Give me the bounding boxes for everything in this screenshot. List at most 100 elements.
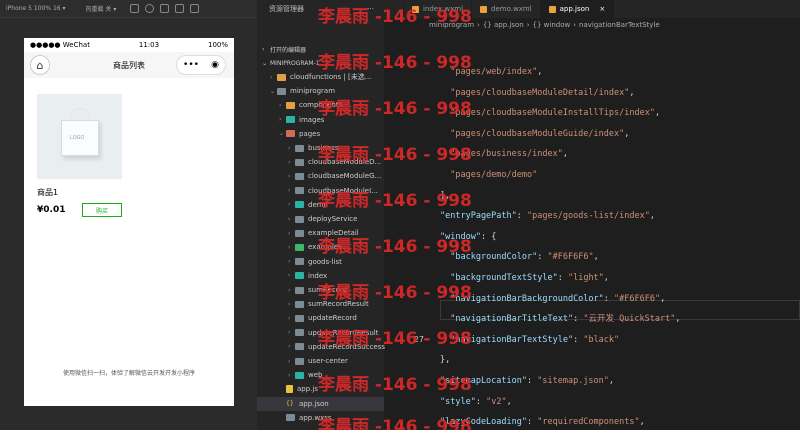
code-line[interactable]: "sitemapLocation": "sitemap.json", (440, 374, 614, 388)
chevron-icon: › (288, 187, 291, 195)
open-editors-section[interactable]: › 打开的编辑器 (257, 42, 306, 56)
more-icon[interactable]: ··· (367, 5, 374, 13)
chevron-icon: › (288, 314, 291, 322)
tree-row[interactable]: {} app.json (257, 396, 384, 411)
code-line[interactable]: "window": { (440, 230, 496, 244)
code-line[interactable]: "navigationBarBackgroundColor": "#F6F6F6… (440, 292, 665, 306)
code-line[interactable]: "pages/cloudbaseModuleInstallTips/index"… (440, 106, 660, 120)
device-select[interactable]: iPhone 5 100% 16 ▾ (6, 5, 66, 12)
folder-icon (295, 201, 304, 209)
layout-icon[interactable] (175, 4, 185, 13)
tree-row[interactable]: › demo (257, 198, 328, 212)
explorer-title: 资源管理器 (269, 4, 304, 13)
tree-row[interactable]: › sumRecordResult (257, 297, 369, 311)
folder-icon (295, 286, 304, 294)
folder-icon (286, 116, 295, 124)
capsule-menu[interactable]: ••• ◉ (176, 55, 226, 75)
code-line[interactable]: "pages/web/index", (440, 65, 542, 79)
navigation-bar: ⌂ 商品列表 ••• ◉ (24, 52, 234, 78)
code-line[interactable]: "backgroundTextStyle": "light", (440, 271, 609, 285)
tool-icon-1[interactable] (130, 4, 140, 13)
chevron-icon: › (288, 258, 291, 266)
code-line[interactable]: "pages/cloudbaseModuleGuide/index", (440, 127, 629, 141)
file-icon (480, 5, 488, 13)
tree-row[interactable]: › updateRecordSuccess (257, 340, 385, 354)
code-line[interactable]: "style": "v2", (440, 395, 512, 409)
tree-label: goods-list (308, 257, 342, 266)
tree-row[interactable]: › images (257, 113, 324, 127)
open-editors-label: 打开的编辑器 (270, 46, 307, 54)
tree-label: sumRecord (308, 286, 348, 294)
code-line[interactable]: "pages/business/index", (440, 147, 568, 161)
product-card[interactable]: LOGO 商品1 ¥0.01 购买 (37, 94, 122, 217)
folder-icon (295, 343, 304, 351)
code-line[interactable]: "navigationBarTitleText": "云开发 QuickStar… (440, 312, 680, 326)
tree-label: web (308, 371, 323, 380)
chevron-icon: › (288, 201, 291, 209)
tree-row[interactable]: › cloudbaseModuleD... (257, 155, 381, 169)
tab-demo-wxml[interactable]: demo.wxml (472, 0, 541, 18)
devtools-window: iPhone 5 100% 16 ▾ 热重载 关 ▾ ●●●●● WeChat … (0, 0, 800, 430)
code-line[interactable]: ], (440, 189, 450, 203)
code-line[interactable]: "pages/demo/demo" (440, 168, 537, 182)
code-line[interactable]: "pages/cloudbaseModuleDetail/index", (440, 86, 634, 100)
more-dots-icon[interactable]: ••• (183, 60, 199, 70)
tree-row[interactable]: › business (257, 141, 339, 155)
bag-shape: LOGO (61, 120, 99, 156)
tree-row[interactable]: › examples (257, 240, 342, 254)
code-line[interactable]: "entryPagePath": "pages/goods-list/index… (440, 209, 655, 223)
code-line[interactable]: "lazyCodeLoading": "requiredComponents", (440, 415, 645, 429)
folder-icon (295, 172, 304, 180)
tab-app-json[interactable]: app.json × (540, 0, 615, 18)
tree-row[interactable]: › user-center (257, 354, 348, 368)
tree-row[interactable]: › web (257, 368, 322, 382)
project-section[interactable]: ⌄ MINIPROGRAM-1 (257, 56, 320, 70)
tree-label: updateRecord (308, 314, 357, 323)
tree-row[interactable]: › cloudfunctions | [未选... (257, 70, 371, 84)
product-image[interactable]: LOGO (37, 94, 122, 179)
tree-row[interactable]: ⌄ pages (257, 127, 320, 141)
tree-row[interactable]: › updateRecordResult (257, 326, 378, 340)
tab-index-wxml[interactable]: index.wxml (404, 0, 473, 18)
hot-reload-select[interactable]: 热重载 关 ▾ (86, 4, 117, 13)
record-icon[interactable] (145, 4, 155, 13)
tree-row[interactable]: › cloudbaseModuleG... (257, 169, 381, 183)
tree-row[interactable]: app.wxss (257, 411, 332, 425)
breadcrumb-item[interactable]: miniprogram (429, 21, 474, 29)
folder-icon (295, 329, 304, 337)
code-line[interactable]: "backgroundColor": "#F6F6F6", (440, 250, 598, 264)
home-icon[interactable]: ⌂ (30, 55, 50, 75)
tree-row[interactable]: › updateRecord (257, 311, 357, 325)
tree-row[interactable]: app.js (257, 382, 318, 396)
buy-button[interactable]: 购买 (82, 203, 122, 217)
code-line[interactable]: "navigationBarTextStyle": "black" (440, 333, 619, 347)
chevron-icon: › (270, 73, 273, 81)
close-icon[interactable]: × (599, 5, 605, 13)
folder-icon (295, 215, 304, 223)
folder-icon (295, 258, 304, 266)
tree-row[interactable]: ⌄ miniprogram (257, 84, 335, 98)
tree-row[interactable]: › index (257, 269, 327, 283)
tree-row[interactable]: › sumRecord (257, 283, 347, 297)
breadcrumb-item[interactable]: {} app.json (483, 21, 524, 29)
code-line[interactable]: }, (440, 353, 450, 367)
breadcrumb-item[interactable]: {} window (533, 21, 571, 29)
tree-row[interactable]: › components (257, 98, 342, 112)
breadcrumb-item[interactable]: navigationBarTextStyle (579, 21, 660, 29)
folder-icon (295, 272, 304, 280)
tree-row[interactable]: › goods-list (257, 255, 342, 269)
file-icon (548, 5, 556, 13)
folder-icon (295, 300, 304, 308)
chevron-icon: › (288, 300, 291, 308)
tree-row[interactable]: › cloudbaseModuleI... (257, 184, 378, 198)
tree-row[interactable]: › deployService (257, 212, 357, 226)
code-editor[interactable]: "pages/web/index", "pages/cloudbaseModul… (440, 32, 800, 430)
phone-icon[interactable] (160, 4, 170, 13)
window-icon[interactable] (190, 4, 200, 13)
tree-row[interactable]: › exampleDetail (257, 226, 359, 240)
tab-tools[interactable] (384, 0, 404, 18)
folder-icon (295, 314, 304, 322)
chevron-icon: › (288, 215, 291, 223)
close-circle-icon[interactable]: ◉ (211, 60, 219, 70)
folder-icon (277, 87, 286, 95)
